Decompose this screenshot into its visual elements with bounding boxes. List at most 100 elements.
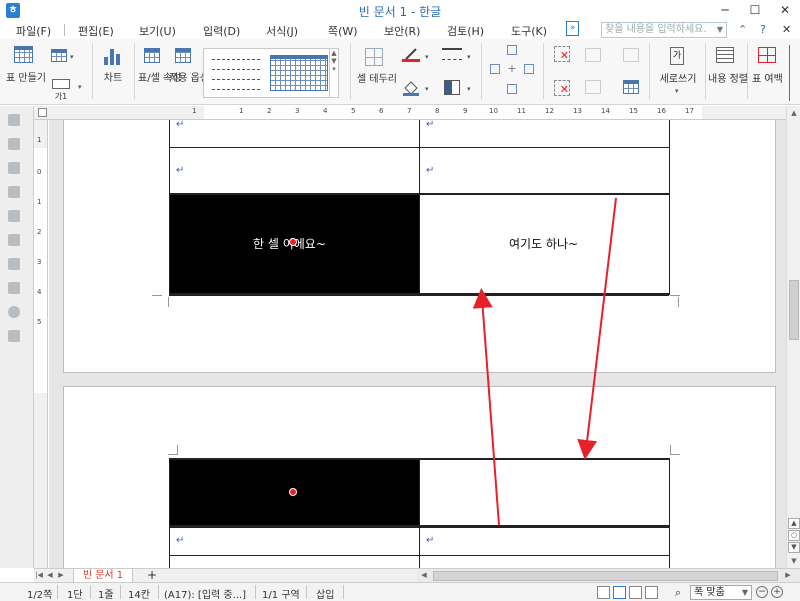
cell-border-button[interactable]: 셀 테두리 bbox=[357, 74, 397, 86]
insert-row-above-icon[interactable] bbox=[507, 45, 517, 55]
vertical-scrollbar[interactable]: ▲ ▲ ○ ▼ ▼ bbox=[786, 106, 800, 568]
text-box-icon[interactable] bbox=[52, 79, 70, 89]
document-icon[interactable] bbox=[8, 162, 20, 174]
chevron-down-icon[interactable]: ▼ bbox=[717, 23, 723, 37]
horizontal-ruler[interactable]: 1 1 2 3 4 5 6 7 8 9 10 11 12 13 14 15 16… bbox=[34, 106, 786, 120]
cell-height-icon[interactable] bbox=[623, 48, 639, 62]
bookmark-icon[interactable] bbox=[8, 186, 20, 198]
fullscreen-view-icon[interactable] bbox=[597, 586, 610, 599]
panel-icon[interactable] bbox=[8, 114, 20, 126]
split-cells-icon[interactable] bbox=[585, 80, 601, 94]
tab-prev-button[interactable]: ◀ bbox=[45, 570, 55, 581]
chevron-down-icon[interactable]: ▾ bbox=[425, 85, 429, 93]
chart-icon[interactable] bbox=[104, 47, 122, 65]
clipboard-icon[interactable] bbox=[8, 138, 20, 150]
insert-column-left-icon[interactable] bbox=[490, 64, 500, 74]
scroll-right-icon[interactable]: ▶ bbox=[783, 570, 793, 581]
tab-first-button[interactable]: |◀ bbox=[34, 570, 44, 581]
document-area[interactable]: ↵ ↵ ↵ ↵ 한 셀 이에요~ 여기도 하나~ ↵ ↵ bbox=[49, 120, 786, 568]
chevron-down-icon[interactable]: ▼ bbox=[742, 586, 748, 599]
menu-more-button[interactable]: » bbox=[566, 21, 579, 36]
zoom-select[interactable]: 폭 맞춤 ▼ bbox=[690, 585, 752, 600]
pen-icon[interactable] bbox=[402, 48, 420, 62]
menu-review[interactable]: 검토(H) bbox=[447, 23, 484, 39]
menu-file[interactable]: 파일(F) bbox=[16, 23, 51, 39]
menu-format[interactable]: 서식(J) bbox=[266, 23, 298, 39]
chevron-down-icon[interactable]: ▾ bbox=[78, 83, 82, 91]
apply-options-icon[interactable] bbox=[175, 48, 191, 63]
menu-view[interactable]: 보기(U) bbox=[139, 23, 176, 39]
apply-options-button[interactable]: 적용 옵션 bbox=[169, 73, 209, 85]
scroll-thumb[interactable] bbox=[433, 571, 778, 581]
previous-page-button[interactable]: ▲ bbox=[788, 518, 800, 529]
chevron-down-icon[interactable]: ▾ bbox=[467, 53, 471, 61]
page-view-icon[interactable] bbox=[613, 586, 626, 599]
table-style-icon[interactable] bbox=[51, 49, 67, 62]
table-properties-icon[interactable] bbox=[144, 48, 160, 63]
tab-document-1[interactable]: 빈 문서 1 bbox=[73, 569, 133, 583]
content-align-icon[interactable] bbox=[716, 47, 734, 63]
scroll-down-icon[interactable]: ▼ bbox=[787, 554, 800, 568]
content-align-button[interactable]: 내용 정렬 bbox=[708, 74, 748, 86]
image-icon[interactable] bbox=[8, 258, 20, 270]
page-select-button[interactable]: ○ bbox=[788, 530, 800, 541]
insert-row-below-icon[interactable] bbox=[507, 84, 517, 94]
ruler-tab-selector[interactable] bbox=[38, 108, 47, 117]
table-icon[interactable] bbox=[14, 46, 33, 63]
table-style-preview[interactable] bbox=[270, 55, 328, 91]
settings-icon[interactable] bbox=[8, 330, 20, 342]
table-grid-icon[interactable] bbox=[623, 80, 639, 94]
menu-edit[interactable]: 편집(E) bbox=[78, 23, 114, 39]
search-input[interactable]: 찾을 내용을 입력하세요. ▼ bbox=[601, 22, 727, 38]
line-style-icon[interactable] bbox=[442, 48, 462, 60]
chevron-down-icon[interactable]: ▾ bbox=[467, 85, 471, 93]
gallery-scrollbar[interactable]: ▲ ▼ ▾ bbox=[329, 49, 338, 97]
vertical-write-button[interactable]: 세로쓰기 bbox=[655, 74, 701, 86]
zoom-in-button[interactable]: + bbox=[771, 586, 783, 598]
table-style-gallery[interactable]: ▲ ▼ ▾ bbox=[203, 48, 339, 98]
chevron-down-icon[interactable]: ▾ bbox=[425, 53, 429, 61]
fill-bucket-icon[interactable] bbox=[402, 80, 420, 96]
pen-icon[interactable] bbox=[8, 234, 20, 246]
close-button[interactable]: ✕ bbox=[770, 0, 800, 21]
close-document-button[interactable]: ✕ bbox=[782, 23, 791, 36]
chart-button[interactable]: 차트 bbox=[98, 73, 128, 85]
tab-next-button[interactable]: ▶ bbox=[56, 570, 66, 581]
menu-page[interactable]: 쪽(W) bbox=[328, 23, 358, 39]
help-icon[interactable]: ? bbox=[760, 23, 766, 36]
insert-column-right-icon[interactable] bbox=[524, 64, 534, 74]
vertical-ruler[interactable]: 1 0 1 2 3 4 5 bbox=[34, 120, 48, 568]
table-margin-button[interactable]: 표 여백 bbox=[752, 74, 783, 86]
delete-row-icon[interactable]: ✕ bbox=[554, 46, 570, 62]
minimize-button[interactable]: ─ bbox=[710, 0, 740, 21]
scroll-up-icon[interactable]: ▲ bbox=[787, 106, 800, 120]
width-view-icon[interactable] bbox=[645, 586, 658, 599]
delete-column-icon[interactable]: ✕ bbox=[554, 80, 570, 96]
cell-border-icon[interactable] bbox=[365, 48, 383, 66]
list-icon[interactable] bbox=[8, 210, 20, 222]
scroll-left-icon[interactable]: ◀ bbox=[419, 570, 429, 581]
chevron-down-icon[interactable]: ▾ bbox=[675, 87, 679, 95]
table-margin-icon[interactable] bbox=[758, 47, 776, 63]
menu-security[interactable]: 보안(R) bbox=[384, 23, 420, 39]
next-page-button[interactable]: ▼ bbox=[788, 542, 800, 553]
horizontal-scrollbar[interactable]: ◀ ▶ bbox=[417, 569, 800, 583]
status-mode[interactable]: 삽입 bbox=[316, 586, 334, 601]
vertical-text-icon[interactable]: 가 bbox=[670, 47, 684, 65]
play-icon[interactable] bbox=[8, 282, 20, 294]
maximize-button[interactable]: ☐ bbox=[740, 0, 770, 21]
magnifier-icon[interactable]: ⌕ bbox=[675, 586, 681, 600]
comment-icon[interactable] bbox=[8, 306, 20, 318]
add-tab-button[interactable]: + bbox=[142, 569, 162, 583]
menu-insert[interactable]: 입력(D) bbox=[203, 23, 240, 39]
menu-tools[interactable]: 도구(K) bbox=[511, 23, 547, 39]
merge-cells-icon[interactable] bbox=[585, 48, 601, 62]
collapse-ribbon-icon[interactable]: ⌃ bbox=[738, 23, 747, 36]
toolbar-scroll-handle[interactable] bbox=[789, 45, 798, 101]
two-page-view-icon[interactable] bbox=[629, 586, 642, 599]
table-properties-button[interactable]: 표/셀 속성 bbox=[138, 73, 181, 85]
scroll-thumb[interactable] bbox=[789, 280, 799, 340]
chevron-down-icon[interactable]: ▾ bbox=[70, 53, 74, 61]
zoom-out-button[interactable]: − bbox=[756, 586, 768, 598]
table-make-button[interactable]: 표 만들기 bbox=[6, 73, 46, 85]
